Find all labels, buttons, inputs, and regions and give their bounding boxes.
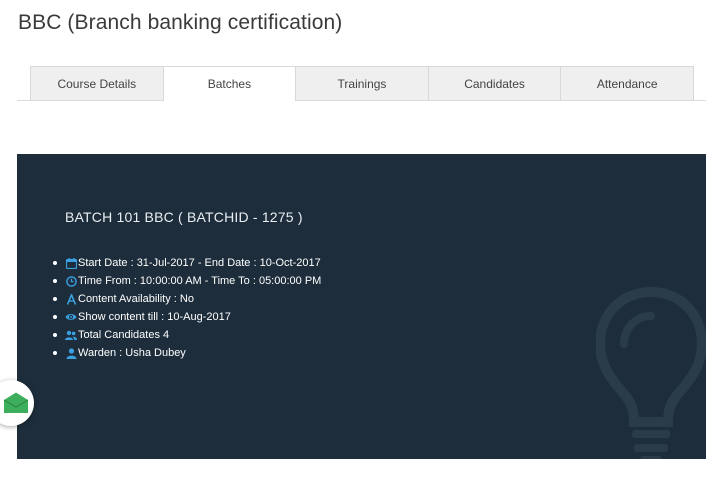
total-candidates-text: Total Candidates 4	[78, 329, 170, 341]
list-item-time: Time From : 10:00:00 AM - Time To : 05:0…	[51, 272, 321, 290]
list-item-content-availability: Content Availability : No	[51, 290, 321, 308]
eye-icon	[65, 311, 77, 323]
font-icon	[65, 293, 77, 305]
batch-panel: BATCH 101 BBC ( BATCHID - 1275 ) Start D…	[17, 154, 706, 459]
tab-trainings[interactable]: Trainings	[295, 66, 428, 101]
tabs-divider	[17, 100, 706, 101]
list-item-warden: Warden : Usha Dubey	[51, 344, 321, 362]
list-item-total-candidates: Total Candidates 4	[51, 326, 321, 344]
batch-dates-text: Start Date : 31-Jul-2017 - End Date : 10…	[78, 257, 321, 269]
calendar-icon	[65, 257, 77, 269]
page-title: BBC (Branch banking certification)	[18, 11, 343, 34]
list-item-dates: Start Date : 31-Jul-2017 - End Date : 10…	[51, 254, 321, 272]
envelope-icon	[3, 392, 29, 413]
batch-time-text: Time From : 10:00:00 AM - Time To : 05:0…	[78, 275, 322, 287]
batch-title: BATCH 101 BBC ( BATCHID - 1275 )	[65, 209, 303, 225]
tab-course-details[interactable]: Course Details	[30, 66, 163, 101]
tab-attendance[interactable]: Attendance	[560, 66, 694, 101]
warden-text: Warden : Usha Dubey	[78, 347, 186, 359]
batch-details-list: Start Date : 31-Jul-2017 - End Date : 10…	[51, 254, 321, 362]
user-icon	[65, 347, 77, 359]
content-availability-text: Content Availability : No	[78, 293, 194, 305]
show-content-till-text: Show content till : 10-Aug-2017	[78, 311, 231, 323]
tab-batches[interactable]: Batches	[162, 66, 296, 102]
course-tabs: Course Details Batches Trainings Candida…	[30, 66, 694, 102]
tab-candidates[interactable]: Candidates	[427, 66, 561, 101]
lightbulb-icon	[596, 286, 706, 459]
list-item-show-content: Show content till : 10-Aug-2017	[51, 308, 321, 326]
clock-icon	[65, 275, 77, 287]
users-icon	[65, 329, 77, 341]
